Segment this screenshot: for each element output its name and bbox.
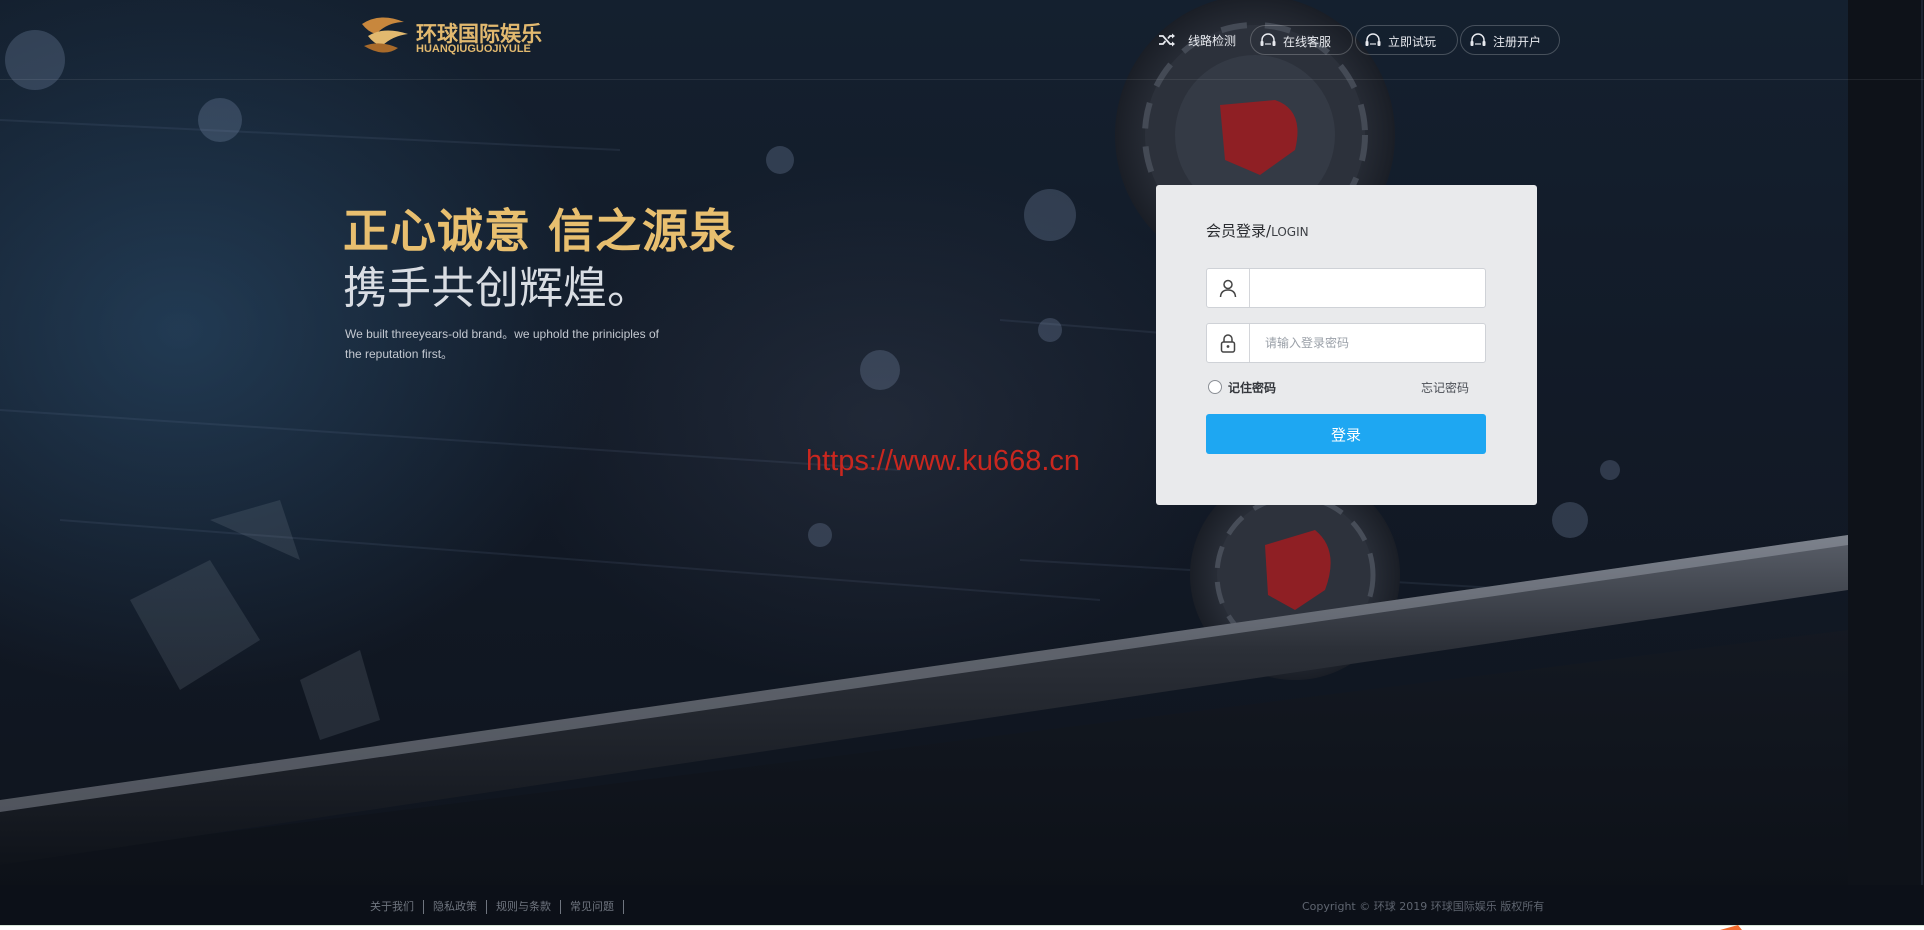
headset-icon	[1260, 33, 1276, 46]
watermark-url: https://www.ku668.cn	[806, 445, 1081, 477]
login-title: 会员登录/LOGIN	[1206, 220, 1309, 241]
nav-online-service[interactable]: 在线客服	[1250, 25, 1353, 55]
login-panel: 会员登录/LOGIN 记住密码 忘记密码 登录	[1156, 185, 1537, 505]
lock-icon	[1207, 324, 1250, 362]
username-input[interactable]	[1251, 269, 1485, 307]
footer-link-about[interactable]: 关于我们	[370, 900, 424, 914]
remember-password-option[interactable]: 记住密码	[1206, 377, 1326, 397]
brand-swirl-icon	[362, 17, 408, 53]
footer-link-terms[interactable]: 规则与条款	[487, 900, 561, 914]
nav-label: 立即试玩	[1388, 35, 1437, 49]
nav-label: 线路检测	[1188, 34, 1237, 48]
brand-name-en: HUANQIUGUOJIYULE	[416, 43, 531, 55]
remember-radio[interactable]	[1208, 380, 1222, 394]
headset-icon	[1365, 33, 1381, 46]
forgot-password-link[interactable]: 忘记密码	[1421, 379, 1469, 396]
user-icon	[1207, 269, 1250, 307]
nav-label: 注册开户	[1493, 35, 1542, 49]
password-field	[1206, 323, 1486, 363]
top-header: 环球国际娱乐 HUANQIUGUOJIYULE 线路检测 在线客服 立即试玩 注…	[0, 0, 1924, 80]
nav-register[interactable]: 注册开户	[1460, 25, 1560, 55]
login-title-cn: 会员登录/	[1206, 222, 1272, 240]
remember-label: 记住密码	[1228, 381, 1277, 395]
hero-description: We built threeyears-old brand。we uphold …	[345, 327, 659, 361]
bottom-strip	[0, 925, 1924, 930]
footer-link-privacy[interactable]: 隐私政策	[424, 900, 487, 914]
login-button[interactable]: 登录	[1206, 414, 1486, 454]
footer-link-faq[interactable]: 常见问题	[561, 900, 624, 914]
headset-icon	[1470, 33, 1486, 46]
shuffle-icon	[1159, 33, 1175, 47]
username-field	[1206, 268, 1486, 308]
nav-label: 在线客服	[1283, 35, 1332, 49]
copyright-text: Copyright © 环球 2019 环球国际娱乐 版权所有	[1302, 900, 1545, 913]
login-title-en: LOGIN	[1271, 225, 1309, 239]
footer: 关于我们 隐私政策 规则与条款 常见问题 Copyright © 环球 2019 环球…	[0, 885, 1924, 925]
footer-links: 关于我们 隐私政策 规则与条款 常见问题	[370, 897, 624, 914]
corner-arrow-icon	[1720, 925, 1742, 930]
nav-free-trial[interactable]: 立即试玩	[1355, 25, 1458, 55]
password-input[interactable]	[1251, 324, 1485, 362]
hero-subheadline: 携手共创辉煌。	[343, 263, 651, 314]
nav-line-check[interactable]: 线路检测	[1156, 25, 1236, 55]
brand-logo[interactable]: 环球国际娱乐 HUANQIUGUOJIYULE	[358, 12, 543, 60]
page: 环球国际娱乐 HUANQIUGUOJIYULE 线路检测 在线客服 立即试玩 注…	[0, 0, 1924, 930]
